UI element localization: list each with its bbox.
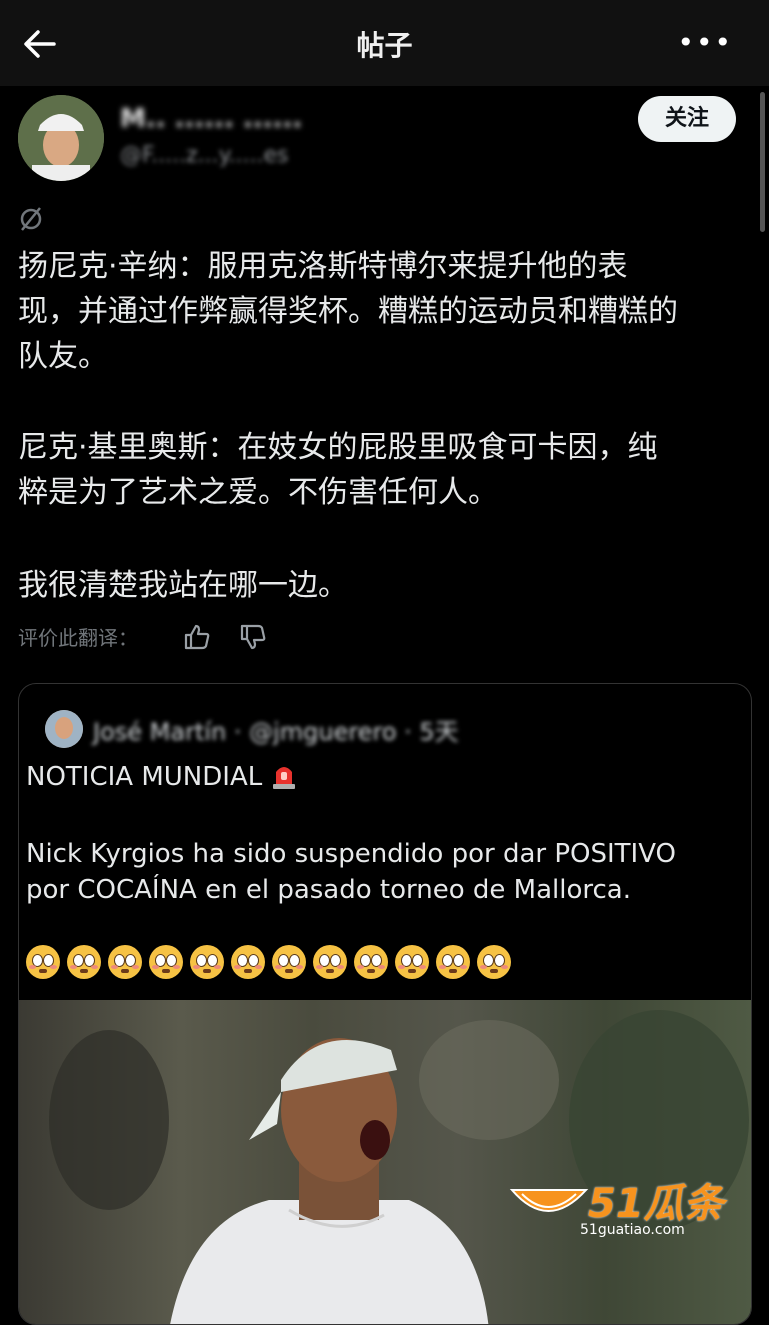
post-line: 扬尼克·辛纳：服用克洛斯特博尔来提升他的表 (18, 249, 628, 284)
flushed-face-icon (190, 945, 224, 979)
top-bar: 帖子 ••• (0, 0, 769, 86)
flushed-face-icon (436, 945, 470, 979)
scrollbar[interactable] (760, 92, 765, 232)
thumbs-up-icon[interactable] (182, 622, 212, 652)
follow-button[interactable]: 关注 (638, 96, 736, 142)
post-paragraph-1: 扬尼克·辛纳：服用克洛斯特博尔来提升他的表 现，并通过作弊赢得奖杯。糟糕的运动员… (18, 244, 753, 379)
thumbs-down-icon[interactable] (238, 622, 268, 652)
flushed-face-icon (354, 945, 388, 979)
police-siren-icon (273, 767, 296, 789)
translated-icon (20, 207, 42, 231)
quoted-line-1: NOTICIA MUNDIAL (26, 759, 298, 795)
flushed-face-icon (26, 945, 60, 979)
flushed-face-icon (231, 945, 265, 979)
quoted-author-avatar[interactable] (45, 710, 83, 748)
post-line: 现，并通过作弊赢得奖杯。糟糕的运动员和糟糕的 (18, 294, 678, 329)
emoji-row (26, 945, 518, 983)
author-avatar[interactable] (18, 95, 104, 181)
post-line: 队友。 (18, 339, 108, 374)
post-paragraph-3: 我很清楚我站在哪一边。 (18, 563, 753, 608)
flushed-face-icon (313, 945, 347, 979)
watermark-url: 51guatiao.com (580, 1222, 685, 1238)
quoted-author-meta: José Martín · @jmguerero · 5天 (93, 718, 459, 746)
quoted-headline: NOTICIA MUNDIAL (26, 762, 263, 792)
quoted-line-2: Nick Kyrgios ha sido suspendido por dar … (26, 839, 676, 869)
page-title: 帖子 (356, 29, 413, 62)
author-name[interactable]: M.. ...... ...... (120, 104, 302, 134)
author-handle[interactable]: @F.....z...y.....es (120, 143, 288, 168)
flushed-face-icon (149, 945, 183, 979)
post-paragraph-2: 尼克·基里奥斯：在妓女的屁股里吸食可卡因，纯 粹是为了艺术之爱。不伤害任何人。 (18, 425, 753, 515)
post-line: 粹是为了艺术之爱。不伤害任何人。 (18, 475, 498, 510)
flushed-face-icon (395, 945, 429, 979)
rate-translation-label: 评价此翻译： (18, 626, 138, 650)
quoted-line-3: por COCAÍNA en el pasado torneo de Mallo… (26, 875, 631, 905)
flushed-face-icon (477, 945, 511, 979)
post-line: 我很清楚我站在哪一边。 (18, 568, 348, 603)
watermark-brand: 51瓜条 (588, 1181, 724, 1227)
kyrgios-photo[interactable] (19, 1000, 751, 1324)
flushed-face-icon (108, 945, 142, 979)
flushed-face-icon (67, 945, 101, 979)
post-line: 尼克·基里奥斯：在妓女的屁股里吸食可卡因，纯 (18, 430, 658, 465)
watermelon-logo-icon (509, 1189, 589, 1212)
more-options-icon[interactable]: ••• (677, 29, 733, 57)
flushed-face-icon (272, 945, 306, 979)
